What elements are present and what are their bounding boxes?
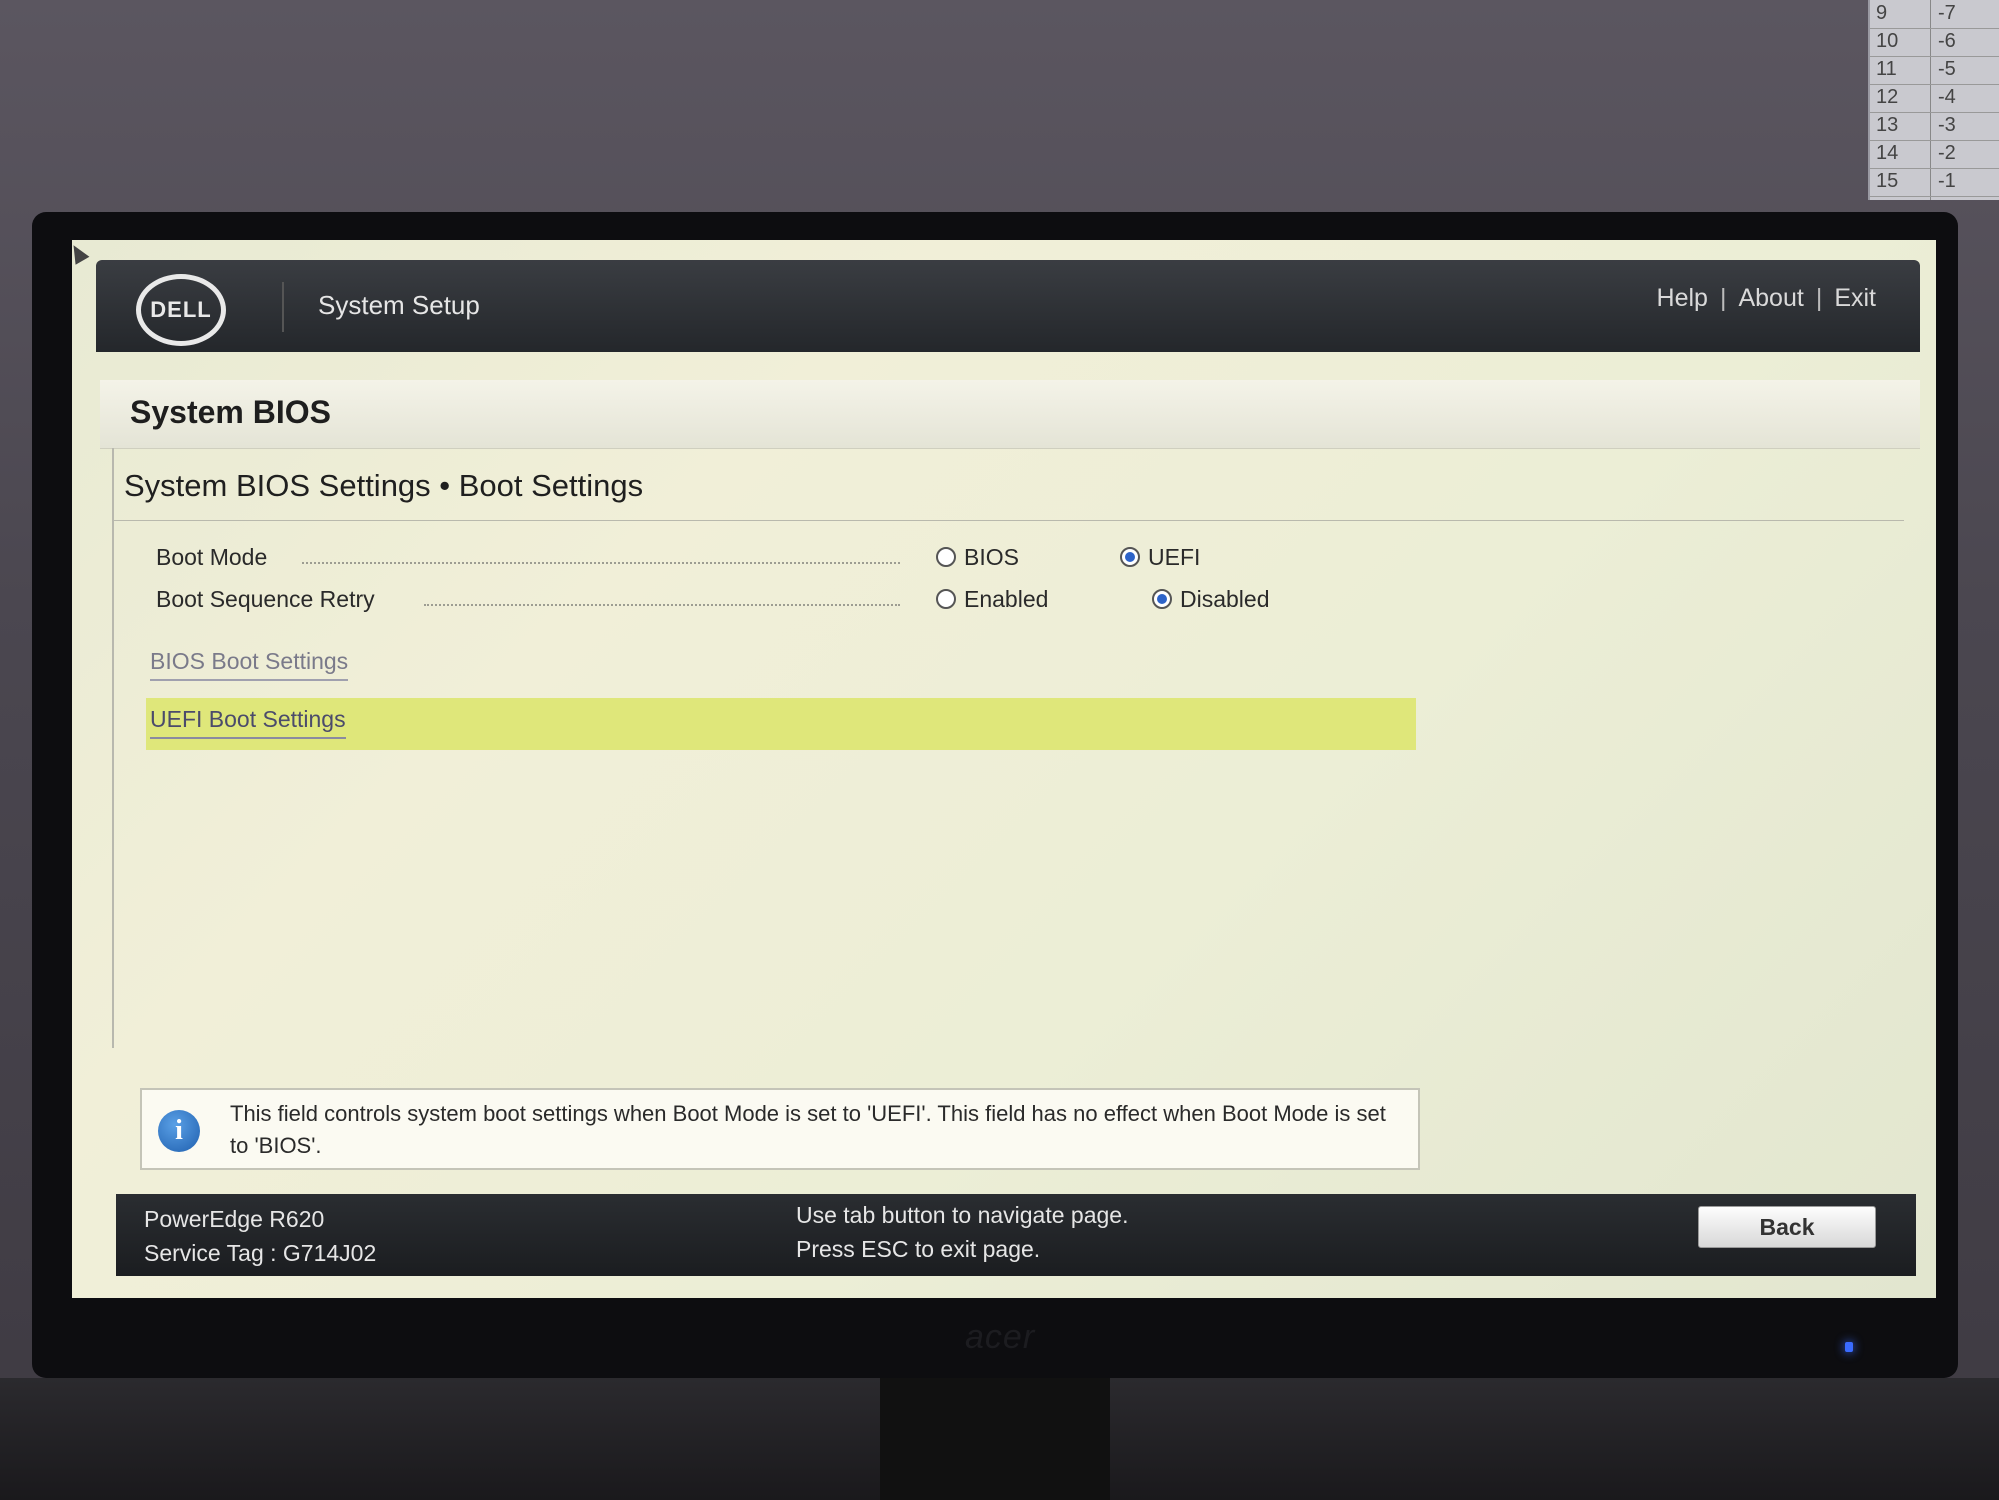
note-cell: 14 [1876,142,1899,164]
note-cell: -2 [1938,142,1956,164]
retry-enabled-radio[interactable]: Enabled [936,586,1048,613]
info-icon: i [158,1110,200,1152]
model-name: PowerEdge R620 [144,1206,325,1232]
footer-bar: PowerEdge R620 Service Tag : G714J02 Use… [116,1194,1916,1276]
section-divider [114,520,1904,521]
note-cell: -6 [1938,30,1956,52]
page-title: System BIOS [130,394,331,430]
wall-note: 9 -7 10 -6 11 -5 12 -4 13 -3 14 -2 15 -1 [1868,0,1999,200]
boot-mode-row: Boot Mode BIOS UEFI [114,544,1904,580]
note-row: 11 -5 [1870,56,1999,85]
note-cell: 13 [1876,114,1899,136]
note-row: 12 -4 [1870,84,1999,113]
link-separator: | [1719,284,1727,312]
help-info-box: i This field controls system boot settin… [140,1088,1420,1170]
dell-logo: DELL [136,274,226,346]
note-cell: 9 [1876,2,1888,24]
boot-sequence-retry-label: Boot Sequence Retry [156,586,375,612]
about-link[interactable]: About [1738,284,1803,312]
system-info: PowerEdge R620 Service Tag : G714J02 [144,1202,376,1270]
note-cell: 15 [1876,170,1899,192]
radio-label: BIOS [964,544,1019,570]
header-divider [282,282,284,332]
header-bar: DELL System Setup Help | About | Exit [96,260,1920,352]
radio-label: Enabled [964,586,1049,612]
note-row: 15 -1 [1870,168,1999,197]
radio-unchecked-icon [936,546,956,567]
uefi-boot-settings-link[interactable]: UEFI Boot Settings [150,706,346,739]
note-row: 14 -2 [1870,140,1999,169]
esc-hint: Press ESC to exit page. [796,1236,1041,1262]
note-row: 10 -6 [1870,28,1999,57]
radio-label: UEFI [1148,544,1201,570]
note-row: 13 -3 [1870,112,1999,141]
mouse-cursor-icon [72,241,90,265]
bios-boot-settings-link[interactable]: BIOS Boot Settings [150,648,349,681]
leader-line [424,604,900,606]
note-cell: -4 [1938,86,1956,108]
radio-checked-icon [1152,588,1172,609]
note-cell: -5 [1938,58,1956,80]
note-cell: -1 [1938,170,1956,192]
note-cell: 11 [1876,58,1897,80]
boot-mode-uefi-radio[interactable]: UEFI [1120,544,1200,571]
page-title-bar: System BIOS [100,380,1920,449]
boot-mode-bios-radio[interactable]: BIOS [936,544,1019,571]
power-led-icon [1845,1342,1853,1352]
monitor-brand-logo: acer [965,1318,1036,1356]
link-separator: | [1815,284,1823,312]
help-link[interactable]: Help [1657,284,1708,312]
tab-hint: Use tab button to navigate page. [796,1202,1129,1228]
settings-panel: System BIOS Settings • Boot Settings Boo… [112,448,1922,1048]
boot-mode-label: Boot Mode [156,544,268,570]
bios-screen: DELL System Setup Help | About | Exit System… [72,240,1936,1298]
note-row: 9 -7 [1870,0,1999,29]
retry-disabled-radio[interactable]: Disabled [1152,586,1270,613]
service-tag: Service Tag : G714J02 [144,1240,377,1266]
navigation-hints: Use tab button to navigate page. Press E… [796,1198,1128,1266]
note-cell: -7 [1938,2,1956,24]
section-title: System BIOS Settings • Boot Settings [124,468,644,503]
boot-sequence-retry-row: Boot Sequence Retry Enabled Disabled [114,586,1904,622]
leader-line [302,562,900,564]
header-links: Help | About | Exit [1657,284,1876,313]
exit-link[interactable]: Exit [1834,284,1876,312]
monitor-stand [880,1378,1110,1500]
radio-unchecked-icon [936,588,956,609]
help-text: This field controls system boot settings… [230,1101,1386,1158]
app-title: System Setup [318,290,480,320]
note-cell: 12 [1876,86,1899,108]
radio-label: Disabled [1180,586,1270,612]
note-cell: 10 [1876,30,1899,52]
note-cell: -3 [1938,114,1956,136]
radio-checked-icon [1120,546,1140,567]
back-button[interactable]: Back [1698,1206,1876,1248]
